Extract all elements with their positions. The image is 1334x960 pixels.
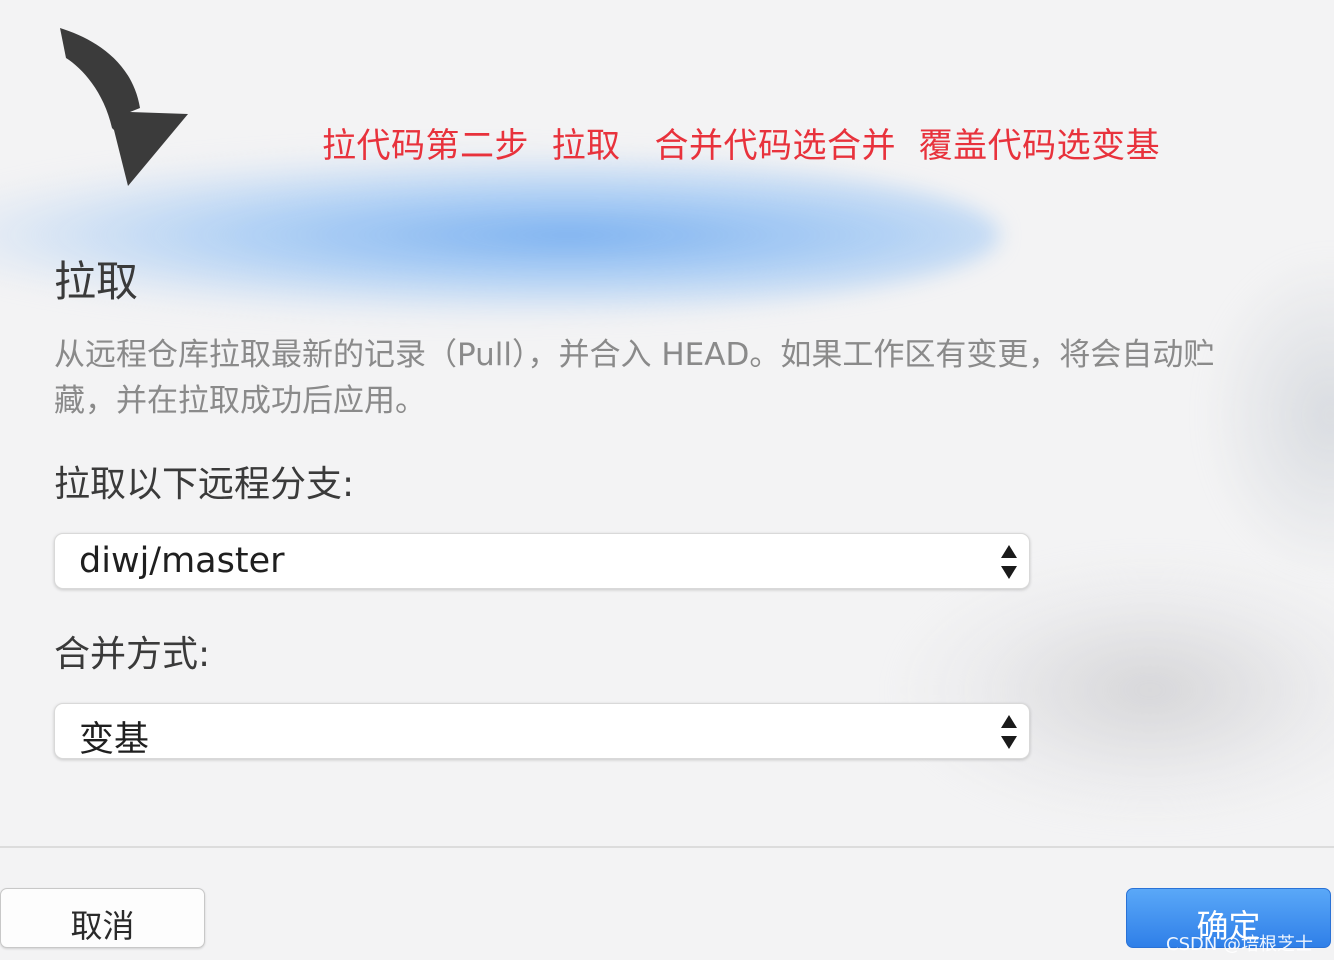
cancel-button[interactable]: 取消: [0, 888, 205, 948]
select-updown-icon: [1001, 545, 1017, 579]
remote-branch-label: 拉取以下远程分支:: [54, 464, 355, 505]
cancel-button-label: 取消: [70, 907, 135, 945]
merge-mode-value: 变基: [79, 720, 150, 760]
dialog-description: 从远程仓库拉取最新的记录（Pull），并合入 HEAD。如果工作区有变更，将会自…: [54, 337, 1215, 419]
merge-mode-label: 合并方式:: [54, 634, 211, 675]
watermark: CSDN @培根芝士: [1166, 934, 1314, 955]
remote-branch-select[interactable]: diwj/master: [54, 533, 1030, 589]
remote-branch-value: diwj/master: [79, 541, 285, 581]
instruction-annotation: 拉代码第二步 拉取 合并代码选合并 覆盖代码选变基: [322, 126, 1161, 166]
down-arrow-icon: [60, 28, 188, 186]
footer-divider: [0, 846, 1334, 848]
dialog-title: 拉取: [54, 257, 139, 306]
select-updown-icon: [1001, 715, 1017, 749]
merge-mode-select[interactable]: 变基: [54, 703, 1030, 760]
